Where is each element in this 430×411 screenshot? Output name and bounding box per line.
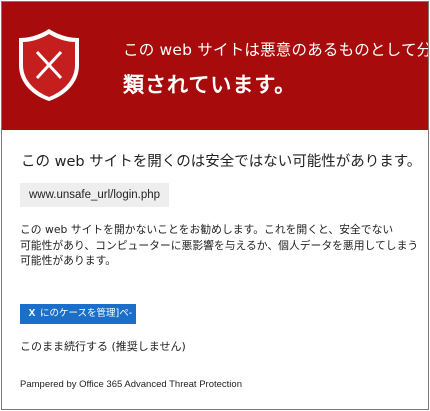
warning-description: この web サイトを開かないことをお勧めします。これを開くと、安全でない 可能… [20,222,420,269]
report-button-label: にのケースを管理]ペ- [40,308,133,319]
continue-anyway-link[interactable]: このまま続行する (推奨しません) [20,338,186,354]
description-line: 可能性があり、コンピューターに悪影響を与えるか、個人データを悪用してしまう [20,238,419,252]
description-line: 可能性があります。 [20,254,117,267]
warning-banner: この web サイトは悪意のあるものとして分 類されています。 [2,2,428,130]
banner-title-line2: 類されています。 [123,73,297,97]
report-case-button[interactable]: X にのケースを管理]ペ- [20,304,136,324]
warning-page: この web サイトは悪意のあるものとして分 類されています。 この web サ… [1,1,429,410]
banner-title-line1: この web サイトは悪意のあるものとして分 [123,41,429,59]
footer-attribution: Pampered by Office 365 Advanced Threat P… [20,379,242,390]
blocked-url: www.unsafe_url/login.php [20,183,170,207]
warning-headline: この web サイトを開くのは安全ではない可能性があります。 [21,154,422,170]
shield-x-icon [19,29,79,101]
description-line: この web サイトを開かないことをお勧めします。これを開くと、安全でない [20,223,394,236]
close-icon: X [28,308,36,319]
